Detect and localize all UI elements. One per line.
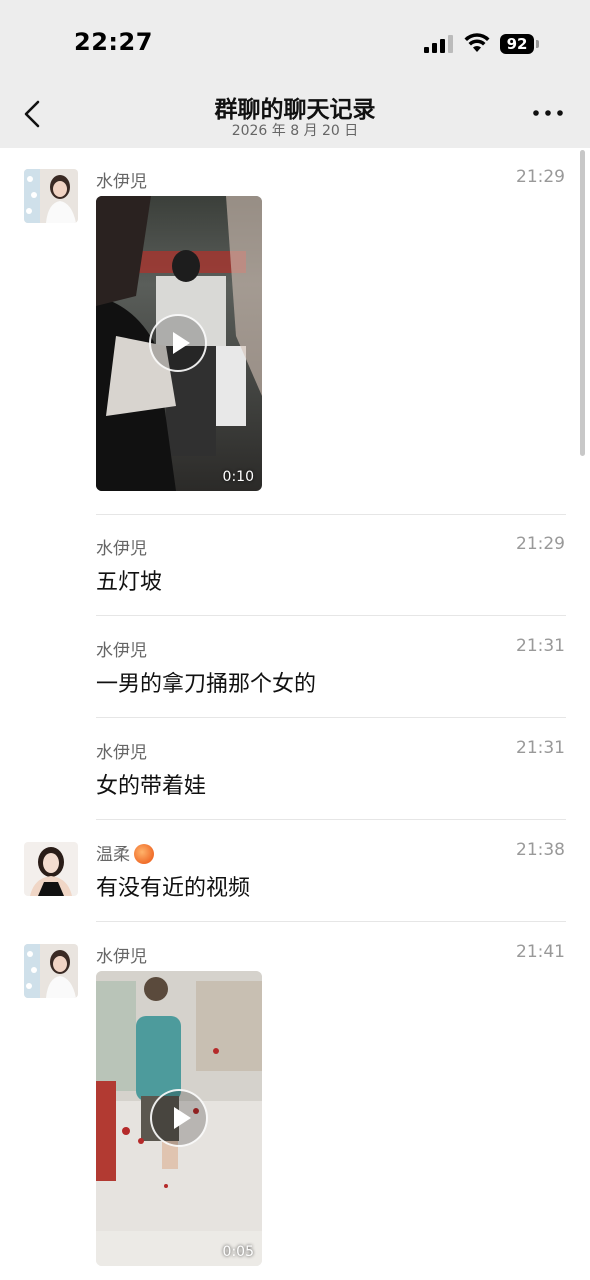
video-message[interactable]: 0:10 xyxy=(96,196,262,491)
battery-indicator: 92 xyxy=(500,34,534,54)
page-subtitle-date: 2026 年 8 月 20 日 xyxy=(231,123,359,139)
message-time: 21:31 xyxy=(516,636,565,656)
sender-name: 温柔 xyxy=(96,840,154,865)
message-text: 一男的拿刀捅那个女的 xyxy=(96,672,317,697)
message-divider xyxy=(96,921,566,922)
cellular-signal-icon xyxy=(424,35,453,53)
message-time: 21:38 xyxy=(516,840,565,860)
sender-name: 水伊児 xyxy=(96,641,147,661)
avatar-shuiyier[interactable] xyxy=(24,169,78,223)
message-divider xyxy=(96,717,566,718)
message-divider xyxy=(96,514,566,515)
battery-nub xyxy=(536,40,539,48)
video-duration: 0:05 xyxy=(222,1244,254,1260)
sender-name: 水伊児 xyxy=(96,539,147,559)
more-options-icon[interactable] xyxy=(532,104,564,122)
page-title: 群聊的聊天记录 xyxy=(214,97,376,123)
sender-name: 水伊児 xyxy=(96,743,147,763)
avatar-shuiyier[interactable] xyxy=(24,944,78,998)
message-divider xyxy=(96,615,566,616)
message-time: 21:31 xyxy=(516,738,565,758)
sender-name: 水伊児 xyxy=(96,947,147,967)
avatar-wenrou[interactable] xyxy=(24,842,78,896)
message-time: 21:29 xyxy=(516,534,565,554)
sender-name: 水伊児 xyxy=(96,172,147,192)
video-duration: 0:10 xyxy=(222,469,254,485)
peach-icon xyxy=(134,844,154,864)
status-time: 22:27 xyxy=(74,28,153,56)
sender-name-text: 温柔 xyxy=(96,845,130,865)
play-icon[interactable] xyxy=(150,1089,208,1147)
scrollbar-thumb[interactable] xyxy=(580,150,585,456)
wifi-icon xyxy=(464,33,490,52)
message-text: 女的带着娃 xyxy=(96,774,207,799)
message-time: 21:41 xyxy=(516,942,565,962)
video-message[interactable]: 0:05 xyxy=(96,971,262,1266)
message-divider xyxy=(96,819,566,820)
message-text: 五灯坡 xyxy=(96,570,163,595)
message-time: 21:29 xyxy=(516,167,565,187)
play-icon[interactable] xyxy=(149,314,207,372)
message-text: 有没有近的视频 xyxy=(96,876,251,901)
